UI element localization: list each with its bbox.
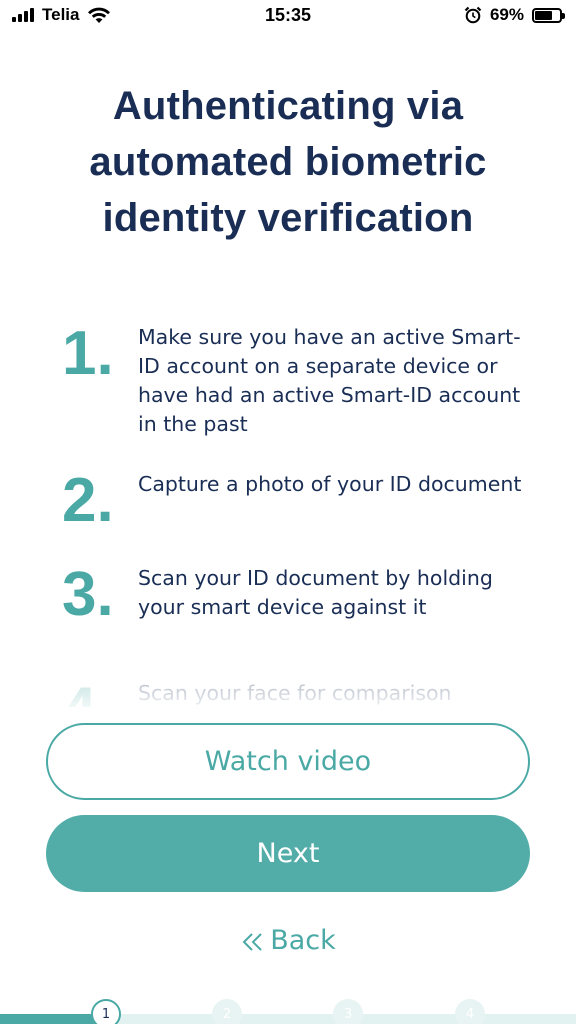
alarm-icon [464,6,482,24]
step-text: Make sure you have an active Smart-ID ac… [138,325,521,436]
progress-stepper: 1 2 3 4 [0,998,576,1024]
step-number: 4. [62,678,138,708]
step-number: 2. [62,466,114,535]
next-button[interactable]: Next [46,815,530,892]
step-item: 2. Capture a photo of your ID document [62,469,542,533]
step-text: Scan your ID document by holding your sm… [138,566,493,619]
progress-step-1: 1 [91,999,121,1024]
progress-step-2: 2 [212,999,242,1024]
step-item: 3. Scan your ID document by holding your… [62,563,542,627]
back-label: Back [270,925,336,956]
step-text: Scan your face for comparison [138,681,452,705]
double-chevron-left-icon [242,933,262,951]
progress-step-3: 3 [333,999,363,1024]
battery-icon [532,7,565,23]
status-right: 69% [464,5,565,25]
battery-percent: 69% [489,5,524,24]
progress-step-4: 4 [455,999,485,1024]
screen: Telia 15:35 69% Authenticating via autom… [0,0,576,1024]
page-title: Authenticating via automated biometric i… [89,84,487,240]
step-item: 4. Scan your face for comparison [62,678,542,708]
step-item: 1. Make sure you have an active Smart-ID… [62,322,542,439]
step-number: 3. [62,560,114,629]
back-link[interactable]: Back [0,925,576,956]
step-text: Capture a photo of your ID document [138,472,522,496]
status-bar: Telia 15:35 69% [0,0,576,36]
steps-list: 1. Make sure you have an active Smart-ID… [0,322,576,707]
watch-video-button[interactable]: Watch video [46,723,530,800]
step-number: 1. [62,322,114,388]
